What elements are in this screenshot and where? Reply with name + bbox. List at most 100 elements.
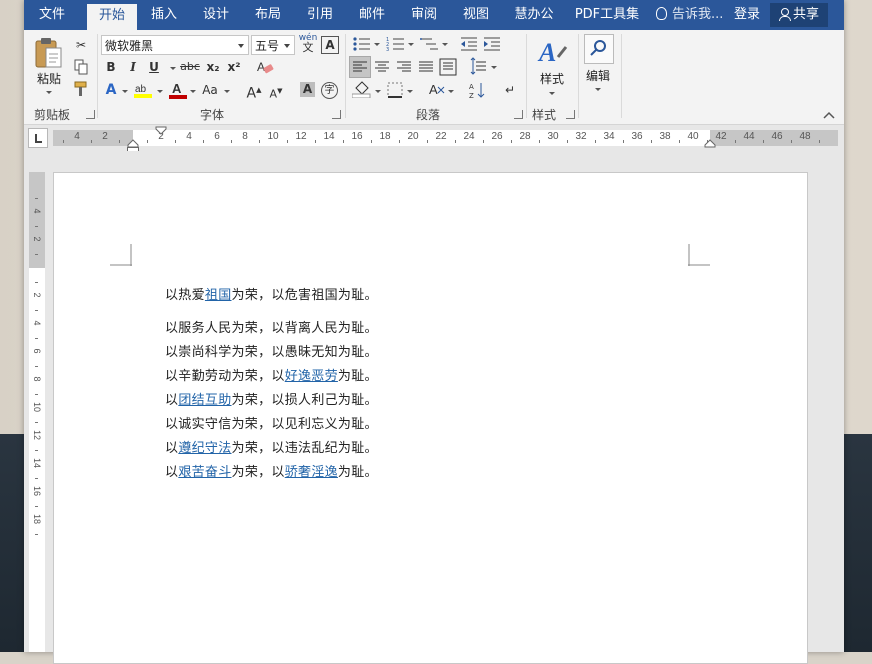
login-button[interactable]: 登录 xyxy=(734,0,760,30)
show-marks-icon[interactable]: ↵ xyxy=(502,81,518,99)
decrease-indent-icon[interactable] xyxy=(460,36,478,52)
strikethrough-button[interactable]: abc xyxy=(179,58,201,76)
paragraph-line[interactable]: 以诚实守信为荣，以见利忘义为耻。 xyxy=(165,413,378,432)
styles-dropdown-icon[interactable] xyxy=(549,92,555,95)
ribbon-home: 粘贴 ✂ 剪贴板 微软雅黑 五号 wén 文 A B I U abc x₂ x² … xyxy=(24,30,844,125)
clear-formatting-icon[interactable]: A xyxy=(256,59,274,75)
tab-references[interactable]: 引用 xyxy=(298,0,342,30)
shading-dropdown-icon[interactable] xyxy=(375,90,381,93)
paragraph-launcher-icon[interactable] xyxy=(514,110,523,119)
tab-mailings[interactable]: 邮件 xyxy=(350,0,394,30)
paste-dropdown-icon[interactable] xyxy=(46,91,52,94)
tab-view[interactable]: 视图 xyxy=(454,0,498,30)
bold-button[interactable]: B xyxy=(104,58,118,76)
shrink-font-button[interactable]: A▼ xyxy=(268,82,284,104)
character-border-icon[interactable]: A xyxy=(321,36,339,54)
tab-insert[interactable]: 插入 xyxy=(142,0,186,30)
share-button[interactable]: 共享 xyxy=(770,3,828,27)
align-center-icon[interactable] xyxy=(372,57,392,77)
italic-button[interactable]: I xyxy=(126,58,140,76)
paragraph-line[interactable]: 以艰苦奋斗为荣，以骄奢淫逸为耻。 xyxy=(165,461,378,480)
font-color-icon[interactable]: A xyxy=(169,81,187,99)
collapse-ribbon-icon[interactable] xyxy=(823,111,835,119)
line-spacing-dropdown-icon[interactable] xyxy=(491,66,497,69)
styles-launcher-icon[interactable] xyxy=(566,110,575,119)
hyperlink-text[interactable]: 遵纪守法 xyxy=(178,441,231,456)
tab-layout[interactable]: 布局 xyxy=(246,0,290,30)
line-spacing-icon[interactable] xyxy=(468,57,488,77)
sort-icon[interactable]: AZ xyxy=(468,81,488,99)
enclose-characters-icon[interactable]: 字 xyxy=(321,82,338,99)
superscript-button[interactable]: x² xyxy=(225,58,243,76)
character-shading-icon[interactable]: A xyxy=(300,82,315,97)
vertical-ruler-tick xyxy=(35,478,38,479)
grow-font-button[interactable]: A▲ xyxy=(246,81,262,103)
increase-indent-icon[interactable] xyxy=(483,36,501,52)
paragraph-line[interactable]: 以崇尚科学为荣，以愚昧无知为耻。 xyxy=(165,341,378,360)
first-line-indent-marker[interactable] xyxy=(155,126,167,135)
distributed-icon[interactable] xyxy=(438,57,458,77)
tab-selector-button[interactable] xyxy=(28,128,48,148)
tab-home[interactable]: 开始 xyxy=(87,4,137,30)
tab-review[interactable]: 审阅 xyxy=(402,0,446,30)
align-right-icon[interactable] xyxy=(394,57,414,77)
paste-icon[interactable] xyxy=(34,36,64,70)
font-size-combo[interactable]: 五号 xyxy=(251,35,295,55)
hyperlink-text[interactable]: 团结互助 xyxy=(178,393,231,408)
paragraph-line[interactable]: 以辛勤劳动为荣，以好逸恶劳为耻。 xyxy=(165,365,378,384)
multilevel-dropdown-icon[interactable] xyxy=(442,43,448,46)
tab-huibangong[interactable]: 慧办公 xyxy=(506,0,562,30)
borders-dropdown-icon[interactable] xyxy=(407,90,413,93)
format-painter-icon[interactable] xyxy=(73,81,89,97)
hyperlink-text[interactable]: 艰苦奋斗 xyxy=(178,465,231,480)
numbering-icon[interactable]: 123 xyxy=(386,36,406,52)
hyperlink-text[interactable]: 祖国 xyxy=(205,288,232,303)
horizontal-ruler[interactable]: 4 2 2 4 6 8 10 12 14 16 18 20 22 24 26 28 30 32 34 36 38 40 42… xyxy=(53,126,838,155)
multilevel-list-icon[interactable] xyxy=(420,36,440,52)
chinese-layout-icon[interactable]: A xyxy=(428,81,448,99)
tab-pdf-tools[interactable]: PDF工具集 xyxy=(572,0,642,30)
underline-dropdown-icon[interactable] xyxy=(170,67,176,70)
ruler-tick xyxy=(427,140,428,143)
justify-icon[interactable] xyxy=(416,57,436,77)
underline-button[interactable]: U xyxy=(147,58,161,76)
document-page[interactable]: 以热爱祖国为荣，以危害祖国为耻。 以服务人民为荣，以背离人民为耻。 以崇尚科学为荣，… xyxy=(53,172,808,664)
change-case-button[interactable]: Aa xyxy=(199,81,221,99)
bullets-icon[interactable] xyxy=(352,36,372,52)
phonetic-guide-icon[interactable]: wén 文 xyxy=(298,33,318,54)
text-effects-icon[interactable]: A xyxy=(102,81,120,99)
font-launcher-icon[interactable] xyxy=(332,110,341,119)
subscript-button[interactable]: x₂ xyxy=(204,58,222,76)
tell-me-box[interactable]: 告诉我... xyxy=(656,0,723,30)
paragraph-line[interactable]: 以团结互助为荣，以损人利己为耻。 xyxy=(165,389,378,408)
copy-icon[interactable] xyxy=(74,59,88,75)
borders-icon[interactable] xyxy=(386,81,404,99)
numbering-dropdown-icon[interactable] xyxy=(408,43,414,46)
paragraph-line[interactable]: 以热爱祖国为荣，以危害祖国为耻。 xyxy=(165,284,378,303)
editing-dropdown-icon[interactable] xyxy=(595,88,601,91)
font-name-combo[interactable]: 微软雅黑 xyxy=(101,35,249,55)
shading-icon[interactable] xyxy=(352,80,374,98)
chinese-layout-dropdown-icon[interactable] xyxy=(448,90,454,93)
hyperlink-text[interactable]: 好逸恶劳 xyxy=(285,369,338,384)
change-case-dropdown-icon[interactable] xyxy=(224,90,230,93)
bullets-dropdown-icon[interactable] xyxy=(374,43,380,46)
hyperlink-text[interactable]: 骄奢淫逸 xyxy=(285,465,338,480)
styles-icon[interactable]: A xyxy=(536,35,568,69)
tab-design[interactable]: 设计 xyxy=(194,0,238,30)
ruler-tick xyxy=(735,140,736,143)
clipboard-launcher-icon[interactable] xyxy=(86,110,95,119)
ruler-tick xyxy=(679,140,680,143)
align-left-button[interactable] xyxy=(349,56,371,78)
right-indent-marker[interactable] xyxy=(704,139,716,148)
text-effects-dropdown-icon[interactable] xyxy=(122,90,128,93)
find-button[interactable] xyxy=(584,34,614,64)
highlight-dropdown-icon[interactable] xyxy=(157,90,163,93)
vertical-ruler[interactable]: 4 2 2 4 6 8 10 12 14 16 18 xyxy=(29,172,45,652)
tab-file[interactable]: 文件 xyxy=(24,0,80,30)
paragraph-line[interactable]: 以服务人民为荣，以背离人民为耻。 xyxy=(165,317,378,336)
highlight-color-icon[interactable]: ab xyxy=(134,81,154,99)
cut-icon[interactable]: ✂ xyxy=(72,36,90,54)
font-color-dropdown-icon[interactable] xyxy=(190,90,196,93)
paragraph-line[interactable]: 以遵纪守法为荣，以违法乱纪为耻。 xyxy=(165,437,378,456)
